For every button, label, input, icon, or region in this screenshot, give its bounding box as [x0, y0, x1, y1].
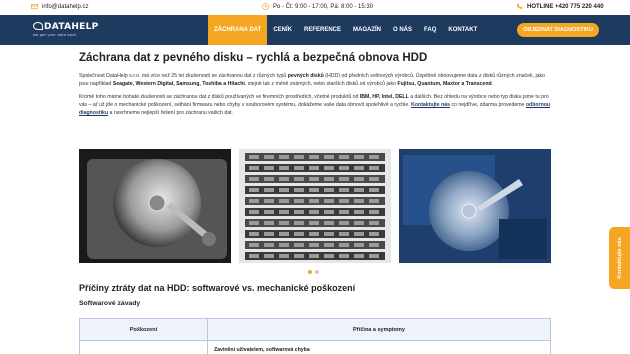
top-hotline[interactable]: HOTLINE +420 775 220 440: [516, 3, 604, 10]
causes-table: Poškození Příčina a symptomy Zavinění už…: [79, 318, 551, 354]
logo-tagline: we get your data back: [33, 33, 77, 37]
p2-text-a: Kromě toho máme bohaté zkušenosti se zác…: [79, 94, 360, 100]
carousel-dot-2[interactable]: [315, 270, 319, 274]
hdd-blue-image: [399, 149, 551, 263]
table-header-cause: Příčina a symptomy: [353, 327, 405, 333]
intro-paragraph: Společnost DataHelp s.r.o. má více než 2…: [79, 72, 551, 88]
carousel-dot-1[interactable]: [308, 270, 312, 274]
hdd-open-image: [79, 149, 231, 263]
software-faults-heading: Softwarové závady: [79, 300, 141, 307]
nav-item-4[interactable]: MAGAZÍN: [347, 15, 387, 45]
page-title: Záchrana dat z pevného disku – rychlá a …: [79, 52, 428, 64]
p1-text-d: , stejně tak z méně známých, nebo starší…: [244, 81, 398, 87]
contact-us-link[interactable]: Kontaktujte nás: [411, 102, 450, 108]
table-header-damage: Poškození: [80, 319, 208, 340]
top-hours-text: Po - Čt: 9:00 - 17:00, Pá: 8:00 - 15:30: [273, 3, 374, 10]
logo-text: DATAHELP: [44, 22, 99, 32]
top-email[interactable]: info@datahelp.cz: [31, 3, 88, 10]
table-row: Zavinění uživatelem, softwarová chyba: [80, 341, 550, 354]
nav-item-2[interactable]: CENÍK: [267, 15, 298, 45]
p1-text-a: Společnost DataHelp s.r.o. má více než 2…: [79, 73, 288, 79]
carousel-dots: [308, 270, 319, 274]
mail-icon: [31, 4, 38, 9]
top-hotline-text[interactable]: HOTLINE +420 775 220 440: [527, 4, 604, 10]
nav-item-3[interactable]: REFERENCE: [298, 15, 347, 45]
nav-item-5[interactable]: O NÁS: [387, 15, 418, 45]
top-hours: Po - Čt: 9:00 - 17:00, Pá: 8:00 - 15:30: [262, 3, 373, 10]
causes-heading: Příčiny ztráty dat na HDD: softwarové vs…: [79, 283, 356, 293]
p2-text-e: a navrhneme nejlepší řešení pro záchranu…: [108, 110, 233, 116]
p1-text-e: .: [491, 81, 494, 87]
top-email-text[interactable]: info@datahelp.cz: [42, 4, 88, 10]
table-cell-cause: Zavinění uživatelem, softwarová chyba: [214, 347, 310, 353]
p2-bold-enterprise: IBM, HP, Intel, DELL: [359, 94, 409, 100]
contact-us-side-tab[interactable]: Kontaktujte nás: [609, 227, 630, 289]
server-rack-image: [239, 149, 391, 263]
nav-item-7[interactable]: KONTAKT: [442, 15, 483, 45]
table-header: Poškození Příčina a symptomy: [80, 319, 550, 341]
order-diagnostics-button[interactable]: OBJEDNAT DIAGNOSTIKU: [517, 23, 599, 37]
p1-bold-brands: Seagate, Western Digital, Samsung, Toshi…: [112, 81, 245, 87]
p2-text-d: co nejdříve, zdarma provedeme: [450, 102, 526, 108]
main-menu: ZÁCHRANA DAT CENÍK REFERENCE MAGAZÍN O NÁS FA…: [208, 15, 483, 45]
side-tab-label: Kontaktujte nás: [616, 237, 623, 279]
datahelp-logo[interactable]: DATAHELP we get your data back: [33, 22, 99, 37]
nav-item-1[interactable]: ZÁCHRANA DAT: [208, 15, 268, 45]
second-paragraph: Kromě toho máme bohaté zkušenosti se zác…: [79, 93, 551, 117]
top-bar: info@datahelp.cz Po - Čt: 9:00 - 17:00, …: [0, 0, 630, 15]
logo-mark-icon: [33, 22, 43, 30]
table-cell-damage: [80, 341, 208, 354]
clock-icon: [262, 3, 269, 10]
image-carousel[interactable]: [79, 149, 551, 263]
main-content: Záchrana dat z pevného disku – rychlá a …: [79, 52, 551, 117]
p1-bold-other-brands: Fujitsu, Quantum, Maxtor a Transcend: [397, 81, 492, 87]
phone-icon: [516, 3, 523, 9]
main-navbar: DATAHELP we get your data back ZÁCHRANA …: [0, 15, 630, 45]
p1-bold-hdd: pevných disků: [287, 73, 324, 79]
nav-item-6[interactable]: FAQ: [418, 15, 442, 45]
